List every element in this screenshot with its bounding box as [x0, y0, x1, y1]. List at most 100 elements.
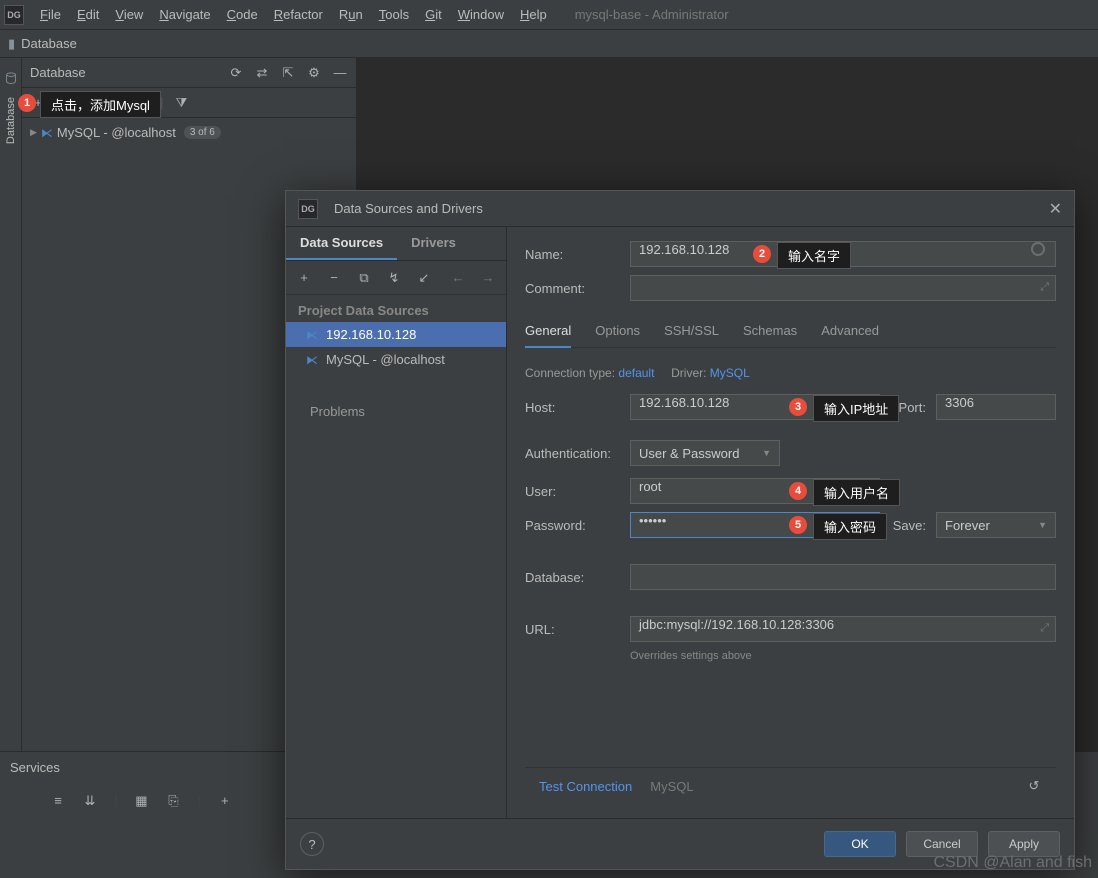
- comment-field[interactable]: ⤢: [630, 275, 1056, 301]
- color-circle-icon[interactable]: [1031, 242, 1045, 256]
- menu-run[interactable]: Run: [331, 3, 371, 26]
- datasource-icon: ⧔: [41, 126, 53, 140]
- datasource-icon: ⧔: [306, 353, 318, 367]
- section-project-ds: Project Data Sources: [286, 295, 506, 322]
- database-icon[interactable]: [4, 72, 18, 89]
- datasources-dialog: DG Data Sources and Drivers ✕ Data Sourc…: [285, 190, 1075, 870]
- nav-back-icon[interactable]: ←: [450, 270, 466, 286]
- services-title: Services: [10, 760, 60, 775]
- sync-icon[interactable]: ⟳: [228, 65, 244, 81]
- host-label: Host:: [525, 400, 620, 415]
- override-text: Overrides settings above: [630, 650, 1056, 662]
- port-field[interactable]: 3306: [936, 394, 1056, 420]
- menubar: DG File Edit View Navigate Code Refactor…: [0, 0, 1098, 30]
- name-label: Name:: [525, 247, 620, 262]
- collapse-icon[interactable]: ⇱: [280, 65, 296, 81]
- menu-help[interactable]: Help: [512, 3, 555, 26]
- save-dropdown[interactable]: Forever▼: [936, 512, 1056, 538]
- revert-icon[interactable]: ↺: [1026, 778, 1042, 794]
- tab-options[interactable]: Options: [595, 315, 640, 347]
- dialog-right-pane: Name: 192.168.10.128 2 输入名字 Comment: ⤢ G…: [507, 227, 1074, 818]
- driver-value[interactable]: MySQL: [710, 366, 750, 380]
- ds-add-icon[interactable]: +: [296, 270, 312, 286]
- db-panel-title: Database: [30, 65, 86, 80]
- menu-code[interactable]: Code: [219, 3, 266, 26]
- footer-mysql-text: MySQL: [650, 779, 693, 794]
- menu-refactor[interactable]: Refactor: [266, 3, 331, 26]
- nav-fwd-icon[interactable]: →: [480, 270, 496, 286]
- menu-file[interactable]: File: [32, 3, 69, 26]
- db-tree: ▶ ⧔ MySQL - @localhost 3 of 6: [22, 118, 356, 147]
- open-icon[interactable]: ⎘: [165, 793, 181, 809]
- url-label: URL:: [525, 622, 620, 637]
- url-field[interactable]: jdbc:mysql://192.168.10.128:3306⤢: [630, 616, 1056, 642]
- chevron-right-icon[interactable]: ▶: [30, 127, 37, 138]
- ds-item-mysql-localhost[interactable]: ⧔ MySQL - @localhost: [286, 347, 506, 372]
- test-connection-link[interactable]: Test Connection: [539, 779, 632, 794]
- auth-label: Authentication:: [525, 446, 620, 461]
- annotation-2: 输入名字: [777, 242, 851, 269]
- gear-icon[interactable]: ⚙: [306, 65, 322, 81]
- dialog-left-pane: Data Sources Drivers + − ⧉ ↯ ↙ ← → Proje…: [286, 227, 507, 818]
- filter-icon[interactable]: ⧩: [173, 95, 189, 111]
- database-field[interactable]: [630, 564, 1056, 590]
- dialog-titlebar: DG Data Sources and Drivers ✕: [286, 191, 1074, 227]
- tab-schemas[interactable]: Schemas: [743, 315, 797, 347]
- tab-data-sources[interactable]: Data Sources: [286, 227, 397, 260]
- expand-icon[interactable]: ≡: [50, 793, 66, 809]
- password-label: Password:: [525, 518, 620, 533]
- expand-icon[interactable]: ⤢: [1040, 281, 1049, 294]
- menu-navigate[interactable]: Navigate: [151, 3, 218, 26]
- tree-item-label: MySQL - @localhost: [57, 125, 176, 140]
- annotation-1: 点击，添加Mysql: [40, 91, 161, 118]
- annotation-badge-3: 3: [789, 398, 807, 416]
- conn-type-value[interactable]: default: [618, 366, 654, 380]
- ds-remove-icon[interactable]: −: [326, 270, 342, 286]
- auth-dropdown[interactable]: User & Password▼: [630, 440, 780, 466]
- annotation-badge-1: 1: [18, 94, 36, 112]
- tab-drivers[interactable]: Drivers: [397, 227, 470, 260]
- expand-icon[interactable]: ⤢: [1040, 622, 1049, 635]
- dialog-app-icon: DG: [298, 199, 318, 219]
- chevron-down-icon: ▼: [762, 448, 771, 458]
- tab-advanced[interactable]: Advanced: [821, 315, 879, 347]
- tab-ssh-ssl[interactable]: SSH/SSL: [664, 315, 719, 347]
- collapse-all-icon[interactable]: ⇊: [82, 793, 98, 809]
- annotation-3: 输入IP地址: [813, 395, 899, 422]
- ds-item-192-168-10-128[interactable]: ⧔ 192.168.10.128: [286, 322, 506, 347]
- folder-icon: ▮: [8, 36, 15, 52]
- app-icon: DG: [4, 5, 24, 25]
- chevron-down-icon: ▼: [1038, 520, 1047, 530]
- breadcrumb-text: Database: [21, 36, 77, 51]
- conn-type-label: Connection type:: [525, 366, 615, 380]
- problems-item[interactable]: Problems: [286, 396, 506, 427]
- sidebar-tab-database[interactable]: Database: [5, 97, 17, 144]
- tree-item-mysql-localhost[interactable]: ▶ ⧔ MySQL - @localhost 3 of 6: [22, 122, 356, 143]
- annotation-badge-2: 2: [753, 245, 771, 263]
- ds-tool-icon[interactable]: ↯: [386, 270, 402, 286]
- diff-icon[interactable]: ⇄: [254, 65, 270, 81]
- tree-item-count: 3 of 6: [184, 126, 221, 139]
- tab-general[interactable]: General: [525, 315, 571, 348]
- menu-view[interactable]: View: [107, 3, 151, 26]
- menu-tools[interactable]: Tools: [371, 3, 417, 26]
- help-icon[interactable]: ?: [300, 832, 324, 856]
- minimize-icon[interactable]: —: [332, 65, 348, 81]
- ds-import-icon[interactable]: ↙: [416, 270, 432, 286]
- user-label: User:: [525, 484, 620, 499]
- menu-window[interactable]: Window: [450, 3, 512, 26]
- ok-button[interactable]: OK: [824, 831, 896, 857]
- database-label: Database:: [525, 570, 620, 585]
- annotation-5: 输入密码: [813, 513, 887, 540]
- db-toolbar: + ⧉ ✎ ↻ ▣ | ⧩ 1 点击，添加Mysql: [22, 88, 356, 118]
- close-icon[interactable]: ✕: [1049, 199, 1062, 219]
- plus-icon[interactable]: +: [217, 793, 233, 809]
- annotation-badge-5: 5: [789, 516, 807, 534]
- window-title: mysql-base - Administrator: [575, 7, 729, 22]
- menu-edit[interactable]: Edit: [69, 3, 107, 26]
- comment-label: Comment:: [525, 281, 620, 296]
- ds-copy-icon[interactable]: ⧉: [356, 270, 372, 286]
- grid-icon[interactable]: ▦: [133, 793, 149, 809]
- annotation-4: 输入用户名: [813, 479, 900, 506]
- menu-git[interactable]: Git: [417, 3, 450, 26]
